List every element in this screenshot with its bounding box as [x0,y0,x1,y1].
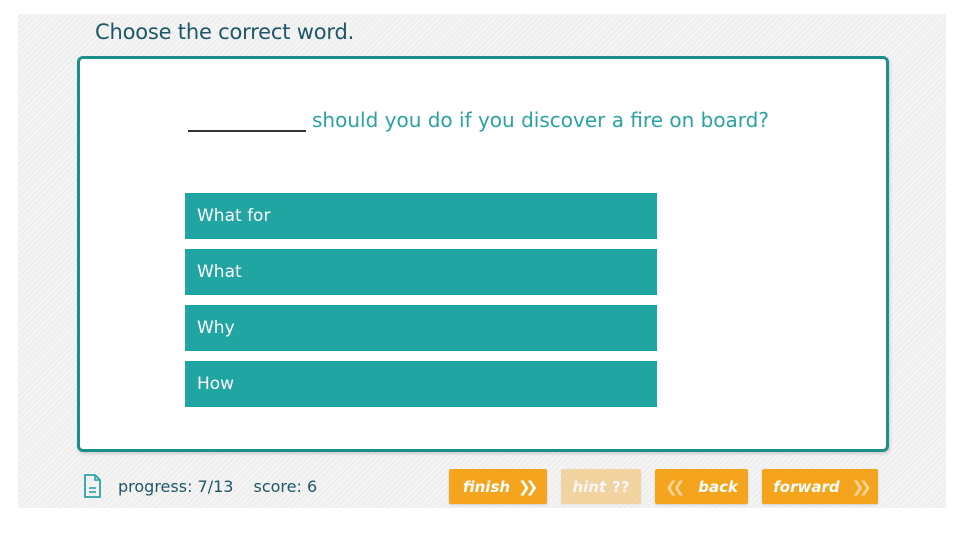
hint-button-label: hint [572,477,607,496]
double-chevron-right-icon: ❯❯ [518,477,538,496]
document-icon [84,474,101,498]
hint-button[interactable]: hint ?? [561,469,641,504]
answer-blank [188,108,306,132]
answer-option-how[interactable]: How [185,361,657,407]
double-chevron-right-icon: ❯❯ [851,477,872,496]
answer-option-what[interactable]: What [185,249,657,295]
back-button[interactable]: ❮❮ back [655,469,748,504]
answer-option-what-for[interactable]: What for [185,193,657,239]
score-indicator: score: 6 [253,476,318,496]
forward-button[interactable]: forward ❯❯ [762,469,878,504]
instruction-title: Choose the correct word. [95,20,355,44]
finish-button[interactable]: finish ❯❯ [449,469,547,504]
question-sentence: should you do if you discover a fire on … [312,108,769,132]
finish-button-label: finish [462,477,511,496]
answer-list: What for What Why How [185,193,657,417]
double-chevron-left-icon: ❮❮ [665,477,685,496]
answer-option-why[interactable]: Why [185,305,657,351]
forward-button-label: forward [773,477,840,496]
back-button-label: back [698,477,738,496]
question-text: should you do if you discover a fire on … [188,108,769,132]
progress-indicator: progress: 7/13 [118,476,234,496]
status-bar: progress: 7/13 score: 6 [83,473,337,499]
question-mark-icon: ?? [612,477,630,496]
